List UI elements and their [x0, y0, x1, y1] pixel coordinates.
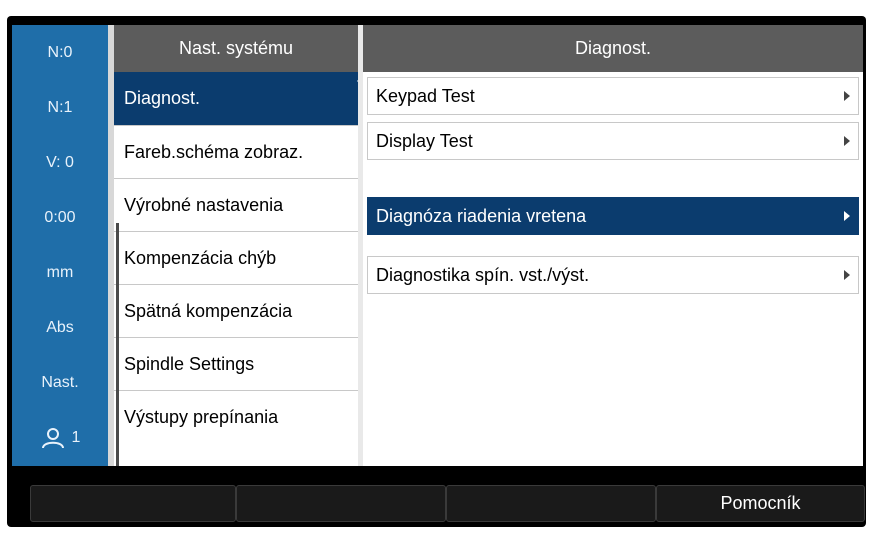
- status-timer[interactable]: 0:00: [12, 190, 108, 245]
- user-number: 1: [71, 428, 81, 446]
- status-label: N:0: [47, 43, 73, 61]
- menu-item-spindle-settings[interactable]: Spindle Settings: [114, 337, 358, 390]
- chevron-right-icon: [844, 91, 850, 101]
- menu-scrollbar[interactable]: [116, 223, 119, 466]
- status-label: V: 0: [46, 153, 74, 171]
- diagnostics-panel: Diagnost. Keypad Test Display Test Diagn…: [363, 25, 863, 466]
- softkey-bar: Pomocník: [30, 485, 865, 522]
- status-label: N:1: [47, 98, 73, 116]
- menu-item-switching-outputs[interactable]: Výstupy prepínania: [114, 390, 358, 443]
- panel-item-label: Keypad Test: [376, 85, 475, 106]
- softkey-1[interactable]: [30, 485, 236, 522]
- chevron-right-icon: [844, 136, 850, 146]
- chevron-right-icon: [844, 211, 850, 221]
- status-settings[interactable]: Nast.: [12, 355, 108, 410]
- menu-header: Nast. systému: [114, 25, 358, 72]
- display-test-item[interactable]: Display Test: [367, 122, 859, 160]
- status-user[interactable]: 1: [12, 410, 108, 465]
- menu-item-factory-settings[interactable]: Výrobné nastavenia: [114, 178, 358, 231]
- panel-header: Diagnost.: [363, 25, 863, 72]
- softkey-3[interactable]: [446, 485, 656, 522]
- menu-item-color-scheme[interactable]: Fareb.schéma zobraz.: [114, 125, 358, 178]
- panel-item-label: Diagnostika spín. vst./výst.: [376, 264, 590, 285]
- menu-item-diagnostics[interactable]: Diagnost.: [114, 72, 367, 125]
- status-bar: N:0 N:1 V: 0 0:00 mm Abs Nast. 1: [12, 25, 108, 466]
- menu-item-label: Kompenzácia chýb: [124, 247, 277, 268]
- status-abs-inc[interactable]: Abs: [12, 300, 108, 355]
- menu-item-label: Fareb.schéma zobraz.: [124, 141, 304, 162]
- user-icon: [41, 427, 64, 448]
- menu-item-label: Spätná kompenzácia: [124, 300, 293, 321]
- menu-item-backlash-compensation[interactable]: Spätná kompenzácia: [114, 284, 358, 337]
- help-softkey[interactable]: Pomocník: [656, 485, 865, 522]
- status-label: 0:00: [44, 208, 76, 226]
- menu-item-error-compensation[interactable]: Kompenzácia chýb: [114, 231, 358, 284]
- softkey-2[interactable]: [236, 485, 446, 522]
- menu-item-label: Výstupy prepínania: [124, 406, 279, 427]
- status-label: Nast.: [41, 373, 79, 391]
- keypad-test-item[interactable]: Keypad Test: [367, 77, 859, 115]
- chevron-right-icon: [844, 270, 850, 280]
- settings-menu: Nast. systému Diagnost. Fareb.schéma zob…: [114, 25, 367, 466]
- menu-item-label: Výrobné nastavenia: [124, 194, 284, 215]
- switching-io-diagnostics-item[interactable]: Diagnostika spín. vst./výst.: [367, 256, 859, 294]
- menu-item-label: Diagnost.: [124, 88, 201, 108]
- softkey-label: Pomocník: [720, 493, 801, 513]
- status-datum-number[interactable]: N:1: [12, 80, 108, 135]
- spindle-control-diagnosis-item[interactable]: Diagnóza riadenia vretena: [367, 197, 859, 235]
- status-tool-number[interactable]: N:0: [12, 25, 108, 80]
- panel-item-label: Diagnóza riadenia vretena: [376, 205, 587, 226]
- panel-item-label: Display Test: [376, 130, 473, 151]
- menu-item-label: Spindle Settings: [124, 353, 255, 374]
- status-label: mm: [46, 263, 74, 281]
- status-feed[interactable]: V: 0: [12, 135, 108, 190]
- status-units[interactable]: mm: [12, 245, 108, 300]
- status-label: Abs: [46, 318, 74, 336]
